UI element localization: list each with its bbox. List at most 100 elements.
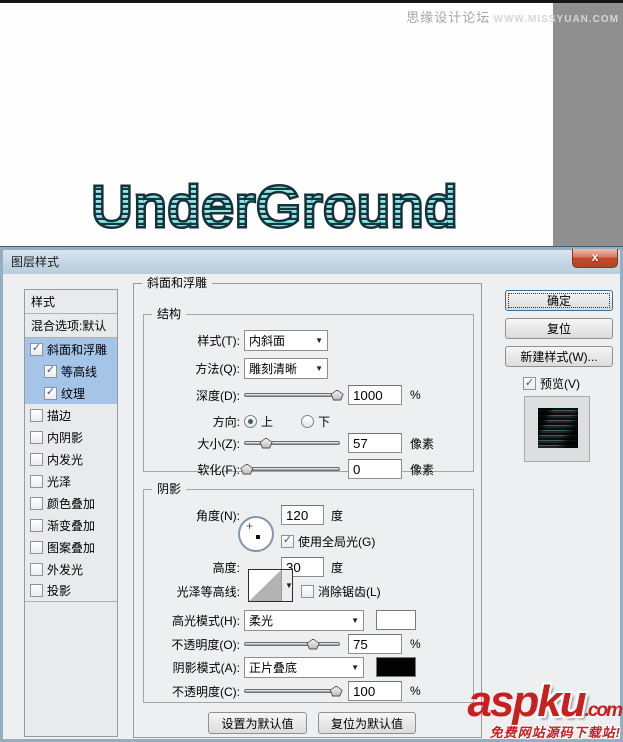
styled-text: UnderGround UnderGround — [70, 173, 480, 242]
soften-slider[interactable] — [240, 462, 340, 477]
outer-glow-checkbox[interactable] — [30, 562, 43, 576]
direction-up-radio[interactable] — [244, 414, 257, 428]
set-default-label: 设置为默认值 — [221, 716, 294, 731]
sidebar-item-label: 内阴影 — [47, 430, 84, 445]
shadow-opacity-thumb[interactable] — [329, 685, 343, 697]
sidebar-item-inner-shadow[interactable]: 内阴影 — [25, 426, 117, 448]
sidebar-item-label: 等高线 — [61, 364, 98, 379]
highlight-mode-dropdown[interactable]: 柔光 ▼ — [244, 609, 364, 631]
size-input[interactable] — [348, 433, 402, 453]
close-button[interactable]: x — [572, 249, 618, 268]
depth-slider[interactable] — [244, 388, 344, 403]
technique-dropdown[interactable]: 雕刻清晰 ▼ — [244, 357, 328, 379]
sidebar-item-bevel-emboss[interactable]: ✓ 斜面和浮雕 — [25, 338, 117, 360]
highlight-opacity-track[interactable] — [244, 641, 340, 646]
watermark: 思缘设计论坛 WWW.MISSYUAN.COM — [406, 7, 619, 26]
texture-checkbox[interactable]: ✓ — [44, 386, 57, 400]
sidebar-item-gradient-overlay[interactable]: 渐变叠加 — [25, 514, 117, 536]
altitude-row: 高度: 度 — [134, 556, 481, 578]
styled-text-fill: UnderGround — [91, 175, 459, 239]
highlight-color-swatch[interactable] — [376, 610, 416, 630]
sidebar-item-texture[interactable]: ✓ 纹理 — [25, 382, 117, 404]
preview-label: 预览(V) — [540, 377, 580, 391]
altitude-unit: 度 — [331, 560, 344, 575]
ok-button[interactable]: 确定 — [505, 290, 613, 311]
styles-sidebar: 样式 混合选项:默认 ✓ 斜面和浮雕 ✓ 等高线 ✓ 纹理 描边 内阴影 内发光… — [24, 289, 118, 737]
highlight-opacity-thumb[interactable] — [306, 638, 320, 650]
antialias-checkbox[interactable] — [301, 584, 314, 598]
highlight-opacity-input[interactable] — [348, 634, 402, 654]
sidebar-item-blending-options[interactable]: 混合选项:默认 — [25, 314, 117, 338]
color-overlay-checkbox[interactable] — [30, 496, 43, 510]
sidebar-item-pattern-overlay[interactable]: 图案叠加 — [25, 536, 117, 558]
reset-button[interactable]: 复位 — [505, 318, 613, 339]
bevel-emboss-panel: 斜面和浮雕 结构 样式(T): 内斜面 ▼ 方法(Q): 雕刻清晰 ▼ 深度(D… — [133, 276, 482, 738]
dialog-title: 图层样式 — [11, 255, 60, 269]
depth-row: 深度(D): % — [134, 384, 481, 406]
stroke-checkbox[interactable] — [30, 408, 43, 422]
satin-checkbox[interactable] — [30, 474, 43, 488]
sidebar-item-contour[interactable]: ✓ 等高线 — [25, 360, 117, 382]
soften-input[interactable] — [348, 459, 402, 479]
shadow-mode-value: 正片叠底 — [249, 660, 298, 675]
soften-label: 软化(F): — [197, 462, 240, 477]
sidebar-item-color-overlay[interactable]: 颜色叠加 — [25, 492, 117, 514]
depth-slider-track[interactable] — [244, 392, 340, 397]
antialias-label: 消除锯齿(L) — [318, 584, 381, 599]
check-icon: ✓ — [45, 386, 56, 398]
sidebar-item-label: 斜面和浮雕 — [47, 342, 108, 357]
depth-slider-thumb[interactable] — [330, 389, 344, 401]
sidebar-item-outer-glow[interactable]: 外发光 — [25, 558, 117, 580]
shadow-mode-dropdown[interactable]: 正片叠底 ▼ — [244, 656, 364, 678]
watermark-site: 思缘设计论坛 — [406, 10, 491, 25]
shadow-color-swatch[interactable] — [376, 657, 416, 677]
angle-label: 角度(N): — [196, 508, 240, 523]
antialias-row: 消除锯齿(L) — [134, 580, 481, 602]
set-default-button[interactable]: 设置为默认值 — [208, 712, 307, 734]
direction-row: 方向: 上 下 — [134, 410, 481, 432]
style-preview-thumbnail — [538, 408, 578, 448]
check-icon: ✓ — [45, 364, 56, 376]
global-light-checkbox[interactable]: ✓ — [281, 534, 294, 548]
sidebar-item-inner-glow[interactable]: 内发光 — [25, 448, 117, 470]
highlight-mode-row: 高光模式(H): 柔光 ▼ — [134, 609, 481, 631]
style-dropdown[interactable]: 内斜面 ▼ — [244, 329, 328, 351]
shadow-opacity-input[interactable] — [348, 681, 402, 701]
contour-checkbox[interactable]: ✓ — [44, 364, 57, 378]
reset-default-button[interactable]: 复位为默认值 — [318, 712, 416, 734]
angle-input[interactable] — [281, 505, 324, 525]
preview-checkbox[interactable]: ✓ — [523, 377, 536, 390]
chevron-down-icon: ▼ — [351, 615, 359, 625]
sidebar-item-label: 渐变叠加 — [47, 518, 96, 533]
size-slider[interactable] — [244, 436, 340, 451]
sidebar-item-satin[interactable]: 光泽 — [25, 470, 117, 492]
size-row: 大小(Z): 像素 — [134, 432, 481, 454]
sidebar-item-drop-shadow[interactable]: 投影 — [25, 580, 117, 602]
altitude-label: 高度: — [212, 560, 240, 575]
inner-shadow-checkbox[interactable] — [30, 430, 43, 444]
dialog-titlebar[interactable]: 图层样式 x — [3, 249, 620, 274]
shadow-opacity-row: 不透明度(C): % — [134, 680, 481, 702]
inner-glow-checkbox[interactable] — [30, 452, 43, 466]
sidebar-styles-label: 样式 — [31, 295, 56, 309]
depth-input[interactable] — [348, 385, 402, 405]
bevel-emboss-checkbox[interactable]: ✓ — [30, 342, 43, 356]
highlight-mode-label: 高光模式(H): — [172, 613, 240, 628]
size-slider-track[interactable] — [244, 440, 340, 445]
direction-down-radio[interactable] — [301, 414, 315, 428]
sidebar-item-label: 描边 — [47, 408, 72, 423]
direction-up-label: 上 — [261, 414, 274, 429]
highlight-opacity-slider[interactable] — [244, 637, 340, 652]
sidebar-item-styles[interactable]: 样式 — [25, 290, 117, 314]
pattern-overlay-checkbox[interactable] — [30, 540, 43, 554]
gradient-overlay-checkbox[interactable] — [30, 518, 43, 532]
size-slider-thumb[interactable] — [259, 437, 273, 449]
drop-shadow-checkbox[interactable] — [30, 584, 43, 597]
sidebar-item-stroke[interactable]: 描边 — [25, 404, 117, 426]
sidebar-item-label: 颜色叠加 — [47, 496, 96, 511]
sidebar-item-label: 外发光 — [47, 562, 84, 577]
new-style-button[interactable]: 新建样式(W)... — [505, 346, 613, 367]
soften-slider-track[interactable] — [244, 466, 340, 471]
shadow-opacity-track[interactable] — [244, 688, 340, 693]
shadow-opacity-slider[interactable] — [244, 684, 343, 699]
